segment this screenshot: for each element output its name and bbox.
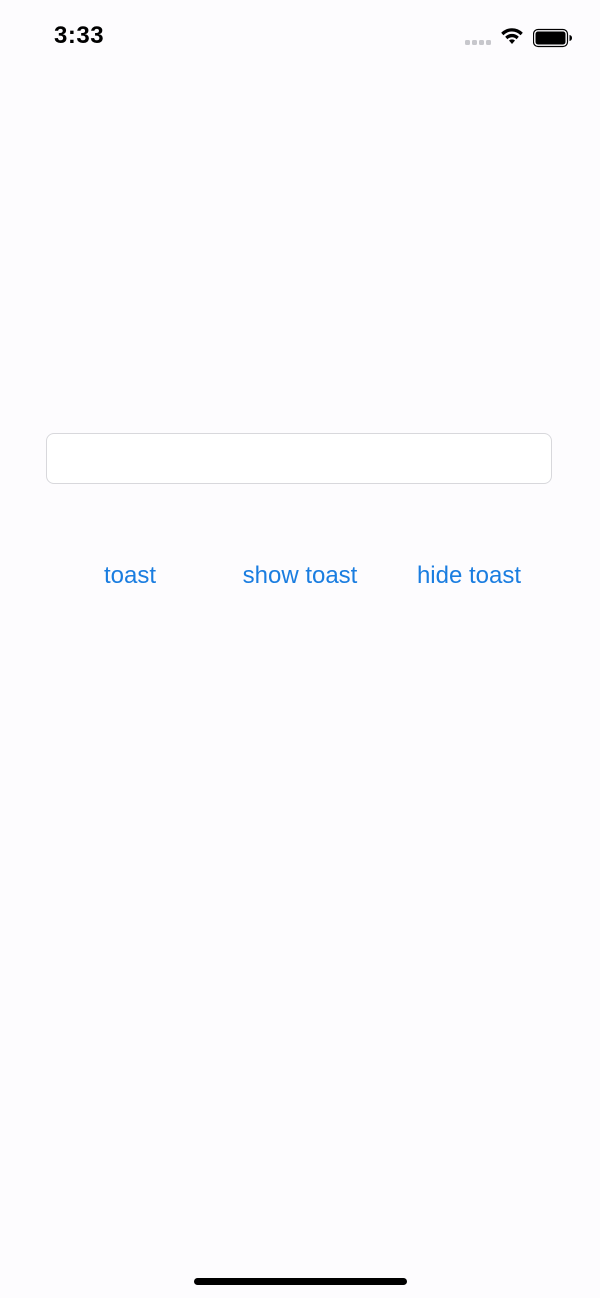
hide-toast-button[interactable]: hide toast	[404, 558, 534, 594]
cellular-signal-icon	[465, 40, 491, 45]
text-input[interactable]	[46, 433, 552, 484]
wifi-icon	[501, 28, 523, 44]
show-toast-button[interactable]: show toast	[225, 558, 375, 594]
home-indicator[interactable]	[194, 1278, 407, 1285]
toast-button[interactable]: toast	[85, 558, 175, 594]
status-time: 3:33	[54, 22, 105, 49]
app-screen: 3:33 toast show toast hide toast	[0, 0, 600, 1298]
battery-icon	[533, 28, 572, 48]
